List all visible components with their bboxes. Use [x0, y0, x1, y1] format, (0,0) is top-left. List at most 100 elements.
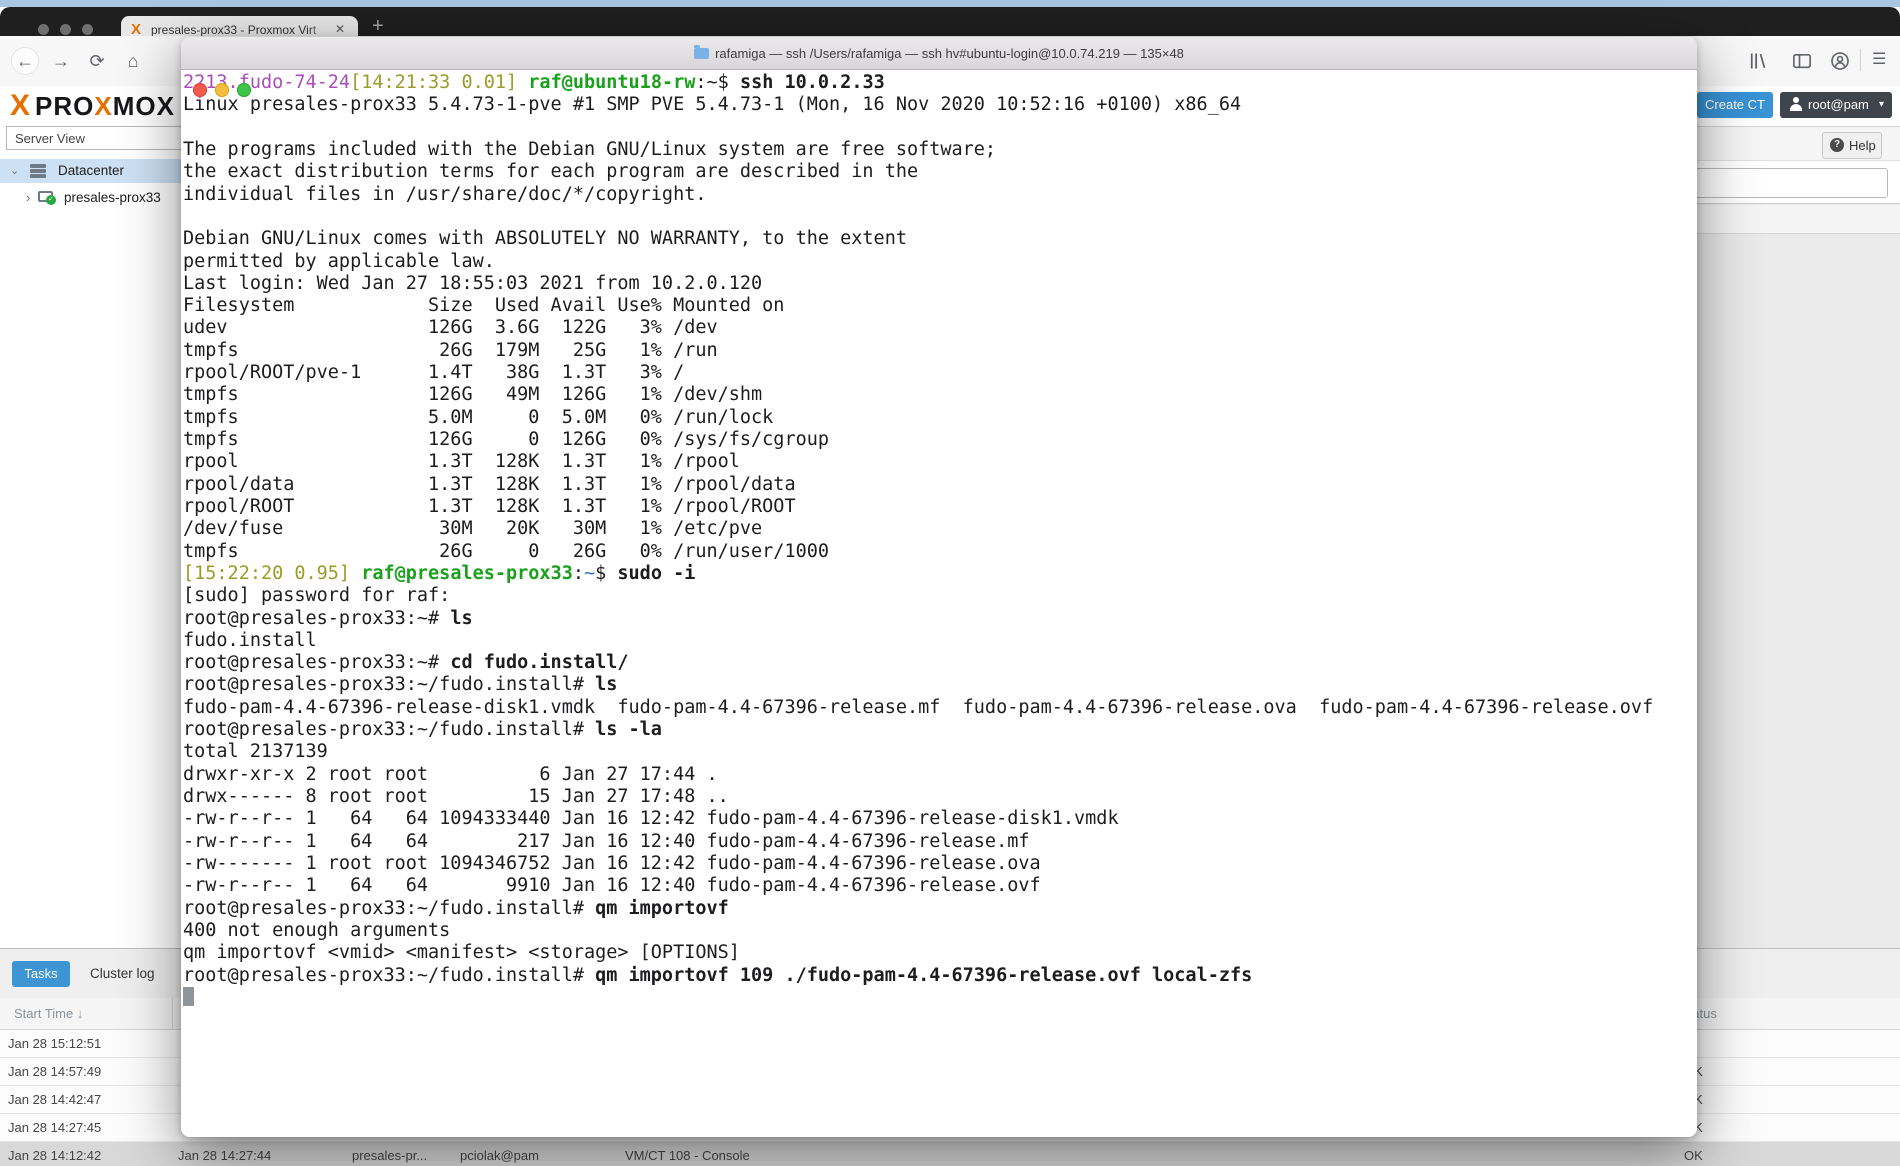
create-ct-button[interactable]: Create CT	[1697, 92, 1773, 118]
terminal-cursor	[183, 987, 194, 1006]
terminal-line: [15:22:20 0.95] raf@presales-prox33:~$ s…	[183, 563, 1697, 585]
terminal-line: rpool/data 1.3T 128K 1.3T 1% /rpool/data	[183, 474, 1697, 496]
question-icon: ?	[1830, 138, 1844, 152]
terminal-line: root@presales-prox33:~# cd fudo.install/	[183, 652, 1697, 674]
terminal-line: individual files in /usr/share/doc/*/cop…	[183, 184, 1697, 206]
node-icon	[38, 191, 53, 202]
server-stack-icon	[30, 164, 46, 178]
terminal-line: udev 126G 3.6G 122G 3% /dev	[183, 317, 1697, 339]
cell-start_time: Jan 28 14:42:47	[8, 1086, 101, 1113]
terminal-line: rpool/ROOT/pve-1 1.4T 38G 1.3T 3% /	[183, 362, 1697, 384]
column-divider[interactable]	[172, 998, 173, 1029]
content-panel-header	[1697, 205, 1900, 234]
terminal-zoom-button[interactable]	[237, 83, 251, 97]
terminal-line: tmpfs 126G 49M 126G 1% /dev/shm	[183, 384, 1697, 406]
user-icon	[1789, 97, 1803, 112]
reload-icon[interactable]: ⟳	[84, 48, 110, 74]
terminal-line: fudo.install	[183, 630, 1697, 652]
terminal-line: drwx------ 8 root root 15 Jan 27 17:48 .…	[183, 786, 1697, 808]
user-menu-button[interactable]: root@pam ▾	[1780, 92, 1892, 118]
column-start-time[interactable]: Start Time ↓	[14, 998, 83, 1030]
toolbar-separator	[1860, 49, 1861, 71]
home-icon[interactable]: ⌂	[120, 48, 146, 74]
library-icon[interactable]	[1748, 51, 1768, 76]
terminal-line: root@presales-prox33:~/fudo.install# ls	[183, 674, 1697, 696]
cell-start_time: Jan 28 15:12:51	[8, 1030, 101, 1057]
terminal-line: tmpfs 26G 0 26G 0% /run/user/1000	[183, 541, 1697, 563]
node-label: presales-prox33	[64, 186, 161, 210]
terminal-line: rpool 1.3T 128K 1.3T 1% /rpool	[183, 451, 1697, 473]
window-close-button[interactable]	[38, 24, 49, 35]
terminal-line: /dev/fuse 30M 20K 30M 1% /etc/pve	[183, 518, 1697, 540]
terminal-line	[183, 206, 1697, 228]
new-tab-icon[interactable]: +	[372, 15, 384, 38]
sidebar-toggle-icon[interactable]	[1792, 51, 1812, 76]
screen: X presales-prox33 - Proxmox Virt ✕ + ← →…	[0, 0, 1900, 1166]
terminal-close-button[interactable]	[193, 83, 207, 97]
folder-icon	[694, 48, 709, 59]
terminal-line: -rw-r--r-- 1 64 64 217 Jan 16 12:40 fudo…	[183, 831, 1697, 853]
proxmox-logo-x-icon: X	[10, 89, 31, 122]
terminal-line: 2213.fudo-74-24[14:21:33 0.01] raf@ubunt…	[183, 72, 1697, 94]
terminal-line: root@presales-prox33:~/fudo.install# ls …	[183, 719, 1697, 741]
window-minimize-button[interactable]	[60, 24, 71, 35]
cell-start_time: Jan 28 14:57:49	[8, 1058, 101, 1085]
terminal-line: -rw------- 1 root root 1094346752 Jan 16…	[183, 853, 1697, 875]
window-zoom-button[interactable]	[82, 24, 93, 35]
terminal-line: 400 not enough arguments	[183, 920, 1697, 942]
terminal-line: Debian GNU/Linux comes with ABSOLUTELY N…	[183, 228, 1697, 250]
terminal-line: Filesystem Size Used Avail Use% Mounted …	[183, 295, 1697, 317]
terminal-line: total 2137139	[183, 741, 1697, 763]
terminal-line: fudo-pam-4.4-67396-release-disk1.vmdk fu…	[183, 697, 1697, 719]
terminal-line: tmpfs 5.0M 0 5.0M 0% /run/lock	[183, 407, 1697, 429]
terminal-line	[183, 117, 1697, 139]
terminal-line: qm importovf <vmid> <manifest> <storage>…	[183, 942, 1697, 964]
chevron-collapsed-icon[interactable]: ›	[26, 186, 30, 210]
terminal-line: root@presales-prox33:~/fudo.install# qm …	[183, 898, 1697, 920]
terminal-line: rpool/ROOT 1.3T 128K 1.3T 1% /rpool/ROOT	[183, 496, 1697, 518]
terminal-line: drwxr-xr-x 2 root root 6 Jan 27 17:44 .	[183, 764, 1697, 786]
cell-start_time: Jan 28 14:12:42	[8, 1142, 101, 1166]
help-button[interactable]: ? Help	[1822, 132, 1882, 159]
terminal-line: -rw-r--r-- 1 64 64 1094333440 Jan 16 12:…	[183, 808, 1697, 830]
proxmox-logo: XPROXMOX	[10, 89, 181, 123]
datacenter-label: Datacenter	[58, 159, 124, 183]
close-tab-icon[interactable]: ✕	[335, 22, 345, 36]
terminal-line: the exact distribution terms for each pr…	[183, 161, 1697, 183]
forward-icon[interactable]: →	[48, 48, 74, 74]
chevron-expanded-icon[interactable]: ⌄	[10, 159, 19, 183]
server-view-select[interactable]: Server View	[6, 126, 182, 150]
terminal-line: tmpfs 126G 0 126G 0% /sys/fs/cgroup	[183, 429, 1697, 451]
sidebar-item-node[interactable]: › presales-prox33	[0, 186, 181, 210]
search-input[interactable]	[1690, 168, 1888, 198]
terminal-title: rafamiga — ssh /Users/rafamiga — ssh hv#…	[181, 37, 1697, 70]
terminal-line: Last login: Wed Jan 27 18:55:03 2021 fro…	[183, 273, 1697, 295]
back-icon[interactable]: ←	[12, 48, 38, 74]
browser-tab-bar: X presales-prox33 - Proxmox Virt ✕ +	[0, 7, 1900, 36]
terminal-line: -rw-r--r-- 1 64 64 9910 Jan 16 12:40 fud…	[183, 875, 1697, 897]
tab-cluster-log[interactable]: Cluster log	[90, 961, 155, 987]
terminal-output[interactable]: 2213.fudo-74-24[14:21:33 0.01] raf@ubunt…	[181, 70, 1697, 1137]
help-label: Help	[1849, 133, 1876, 158]
tab-tasks[interactable]: Tasks	[12, 961, 70, 987]
terminal-line: [sudo] password for raf:	[183, 585, 1697, 607]
cell-user: pciolak@pam	[460, 1142, 539, 1166]
sidebar-item-datacenter[interactable]: ⌄ Datacenter	[0, 159, 181, 183]
terminal-window[interactable]: rafamiga — ssh /Users/rafamiga — ssh hv#…	[181, 37, 1697, 1137]
terminal-line: Linux presales-prox33 5.4.73-1-pve #1 SM…	[183, 94, 1697, 116]
account-icon[interactable]	[1830, 51, 1850, 76]
terminal-minimize-button[interactable]	[215, 83, 229, 97]
terminal-line: root@presales-prox33:~/fudo.install# qm …	[183, 965, 1697, 987]
cell-status: OK	[1684, 1142, 1703, 1166]
content-panel	[1697, 203, 1900, 949]
hamburger-menu-icon[interactable]: ☰	[1872, 49, 1886, 69]
chevron-down-icon: ▾	[1879, 92, 1884, 118]
cell-node: presales-pr...	[352, 1142, 427, 1166]
desktop-edge	[0, 0, 1900, 7]
terminal-line: tmpfs 26G 179M 25G 1% /run	[183, 340, 1697, 362]
terminal-line: permitted by applicable law.	[183, 251, 1697, 273]
cell-start_time: Jan 28 14:27:45	[8, 1114, 101, 1141]
cell-description: VM/CT 108 - Console	[625, 1142, 750, 1166]
terminal-line: The programs included with the Debian GN…	[183, 139, 1697, 161]
table-row[interactable]: Jan 28 14:12:42Jan 28 14:27:44presales-p…	[0, 1142, 1900, 1166]
